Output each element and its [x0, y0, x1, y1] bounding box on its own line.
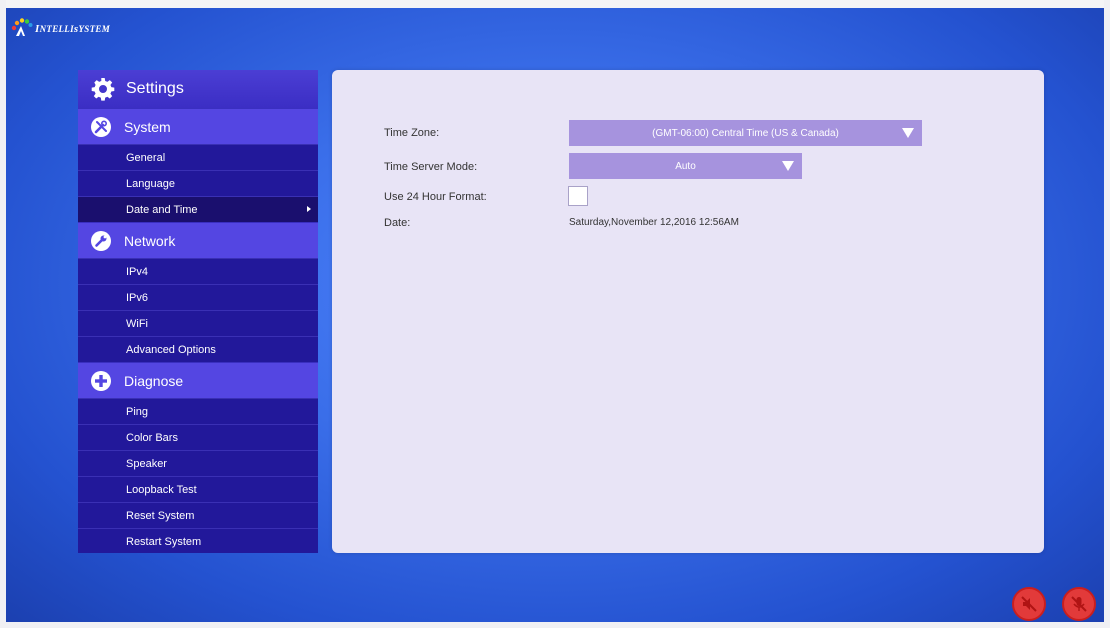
sidebar-item-label: WiFi — [126, 317, 148, 330]
time-server-mode-dropdown[interactable]: Auto — [569, 153, 802, 179]
sidebar-section-system[interactable]: System — [78, 108, 318, 144]
time-zone-value: (GMT-06:00) Central Time (US & Canada) — [652, 127, 839, 139]
time-zone-dropdown[interactable]: (GMT-06:00) Central Time (US & Canada) — [569, 120, 922, 146]
sidebar-section-label: Diagnose — [124, 372, 184, 389]
sidebar-header-label: Settings — [126, 80, 184, 97]
sidebar-section-label: System — [124, 118, 171, 135]
sidebar-item-ipv6[interactable]: IPv6 — [78, 284, 318, 310]
sidebar-section-diagnose[interactable]: Diagnose — [78, 362, 318, 398]
bezel-left — [0, 0, 6, 628]
time-zone-label: Time Zone: — [384, 127, 440, 139]
speaker-muted-icon[interactable] — [1012, 587, 1046, 621]
sidebar-item-label: Ping — [126, 405, 149, 418]
sidebar-item-wifi[interactable]: WiFi — [78, 310, 318, 336]
sidebar-item-restart-system[interactable]: Restart System — [78, 528, 318, 553]
sidebar-item-reset-system[interactable]: Reset System — [78, 502, 318, 528]
sidebar-section-label: Network — [124, 232, 176, 249]
sidebar-item-label: General — [126, 151, 166, 164]
use-24-hour-label: Use 24 Hour Format: — [384, 191, 487, 203]
time-server-mode-value: Auto — [675, 160, 696, 172]
caret-down-icon — [902, 128, 914, 138]
sidebar-item-advanced-options[interactable]: Advanced Options — [78, 336, 318, 362]
date-value: Saturday,November 12,2016 12:56AM — [569, 217, 739, 228]
sidebar-item-language[interactable]: Language — [78, 170, 318, 196]
date-label: Date: — [384, 217, 411, 229]
bezel-bottom — [0, 622, 1110, 628]
bezel-top — [0, 0, 1110, 8]
sidebar-item-label: Loopback Test — [126, 483, 197, 496]
sidebar-item-speaker[interactable]: Speaker — [78, 450, 318, 476]
date-time-panel: Time Zone: (GMT-06:00) Central Time (US … — [332, 70, 1044, 553]
caret-down-icon — [782, 161, 794, 171]
use-24-hour-checkbox[interactable] — [568, 186, 588, 206]
sidebar-item-ipv4[interactable]: IPv4 — [78, 258, 318, 284]
sidebar-item-ping[interactable]: Ping — [78, 398, 318, 424]
wrench-icon — [90, 230, 112, 252]
sidebar-item-general[interactable]: General — [78, 144, 318, 170]
tools-icon — [90, 116, 112, 138]
time-server-mode-label: Time Server Mode: — [384, 161, 478, 173]
sidebar-item-label: Speaker — [126, 457, 167, 470]
sidebar-item-loopback-test[interactable]: Loopback Test — [78, 476, 318, 502]
sidebar-item-label: Color Bars — [126, 431, 178, 444]
sidebar-item-date-and-time[interactable]: Date and Time — [78, 196, 318, 222]
brand-logo-icon — [11, 18, 33, 36]
sidebar-header-settings: Settings — [78, 70, 318, 108]
settings-sidebar: Settings System General Language Date an… — [78, 70, 318, 553]
sidebar-item-label: IPv4 — [126, 265, 149, 278]
sidebar-item-label: IPv6 — [126, 291, 149, 304]
gear-icon — [90, 76, 116, 102]
chevron-right-icon — [307, 206, 311, 212]
sidebar-item-label: Restart System — [126, 535, 202, 548]
sidebar-item-label: Advanced Options — [126, 343, 216, 356]
plus-circle-icon — [90, 370, 112, 392]
sidebar-item-label: Date and Time — [126, 203, 198, 216]
sidebar-item-color-bars[interactable]: Color Bars — [78, 424, 318, 450]
sidebar-item-label: Reset System — [126, 509, 195, 522]
mic-muted-icon[interactable] — [1062, 587, 1096, 621]
bezel-right — [1104, 0, 1110, 628]
sidebar-item-label: Language — [126, 177, 175, 190]
sidebar-section-network[interactable]: Network — [78, 222, 318, 258]
brand-logo-text: INTELLIsYSTEM — [35, 23, 111, 35]
brand-logo: INTELLIsYSTEM — [10, 14, 110, 38]
